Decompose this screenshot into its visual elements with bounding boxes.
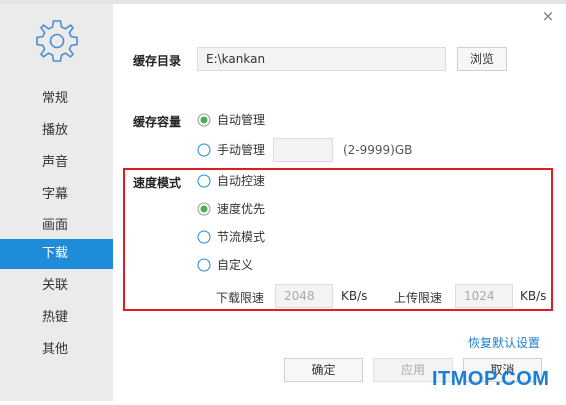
- speed-auto-radio[interactable]: 自动控速: [197, 172, 287, 190]
- sidebar-item-sound[interactable]: 声音: [0, 148, 113, 178]
- upload-limit-label: 上传限速: [394, 291, 443, 305]
- radio-selected-icon: [197, 202, 211, 216]
- download-unit: KB/s: [341, 289, 368, 303]
- sidebar-item-hotkeys[interactable]: 热键: [0, 303, 113, 333]
- cache-size-input[interactable]: [273, 138, 333, 162]
- speed-priority-radio[interactable]: 速度优先: [197, 200, 287, 218]
- radio-unselected-icon: [197, 174, 211, 188]
- cache-range-hint: (2-9999)GB: [343, 143, 413, 157]
- upload-unit: KB/s: [520, 289, 547, 303]
- speed-mode-label: 速度模式: [133, 176, 182, 190]
- speed-custom-label: 自定义: [217, 258, 254, 272]
- browse-button[interactable]: 浏览: [457, 47, 507, 71]
- sidebar-item-picture[interactable]: 画面: [0, 211, 113, 241]
- close-icon[interactable]: ×: [540, 8, 556, 24]
- watermark-logo: ITMOP.COM: [432, 368, 550, 390]
- cache-dir-input[interactable]: E:\kankan: [197, 47, 446, 71]
- radio-unselected-icon: [197, 258, 211, 272]
- radio-unselected-icon: [197, 143, 211, 157]
- cache-auto-label: 自动管理: [217, 113, 266, 127]
- sidebar-item-association[interactable]: 关联: [0, 271, 113, 301]
- speed-priority-label: 速度优先: [217, 202, 266, 216]
- radio-unselected-icon: [197, 230, 211, 244]
- cache-dir-label: 缓存目录: [133, 54, 182, 68]
- cache-manual-label: 手动管理: [217, 143, 266, 157]
- settings-window: 常规 播放 声音 字幕 画面 下载 关联 热键 其他 × 缓存目录 E:\kan…: [0, 0, 566, 405]
- gear-icon: [36, 20, 78, 62]
- sidebar-item-download[interactable]: 下载: [0, 239, 113, 269]
- sidebar-item-subtitle[interactable]: 字幕: [0, 180, 113, 210]
- cache-auto-radio[interactable]: 自动管理: [197, 111, 287, 129]
- restore-defaults-link[interactable]: 恢复默认设置: [468, 334, 540, 351]
- speed-auto-label: 自动控速: [217, 174, 266, 188]
- ok-button[interactable]: 确定: [284, 358, 363, 382]
- sidebar-item-other[interactable]: 其他: [0, 335, 113, 365]
- radio-selected-icon: [197, 113, 211, 127]
- speed-custom-radio[interactable]: 自定义: [197, 256, 277, 274]
- download-limit-input[interactable]: 2048: [275, 284, 333, 308]
- cache-size-label: 缓存容量: [133, 115, 182, 129]
- sidebar-item-playback[interactable]: 播放: [0, 116, 113, 146]
- sidebar: 常规 播放 声音 字幕 画面 下载 关联 热键 其他: [0, 4, 113, 401]
- speed-throttle-radio[interactable]: 节流模式: [197, 228, 287, 246]
- download-limit-label: 下载限速: [216, 291, 265, 305]
- upload-limit-input[interactable]: 1024: [455, 284, 513, 308]
- cache-manual-radio[interactable]: 手动管理: [197, 141, 277, 159]
- sidebar-item-general[interactable]: 常规: [0, 84, 113, 114]
- speed-throttle-label: 节流模式: [217, 230, 266, 244]
